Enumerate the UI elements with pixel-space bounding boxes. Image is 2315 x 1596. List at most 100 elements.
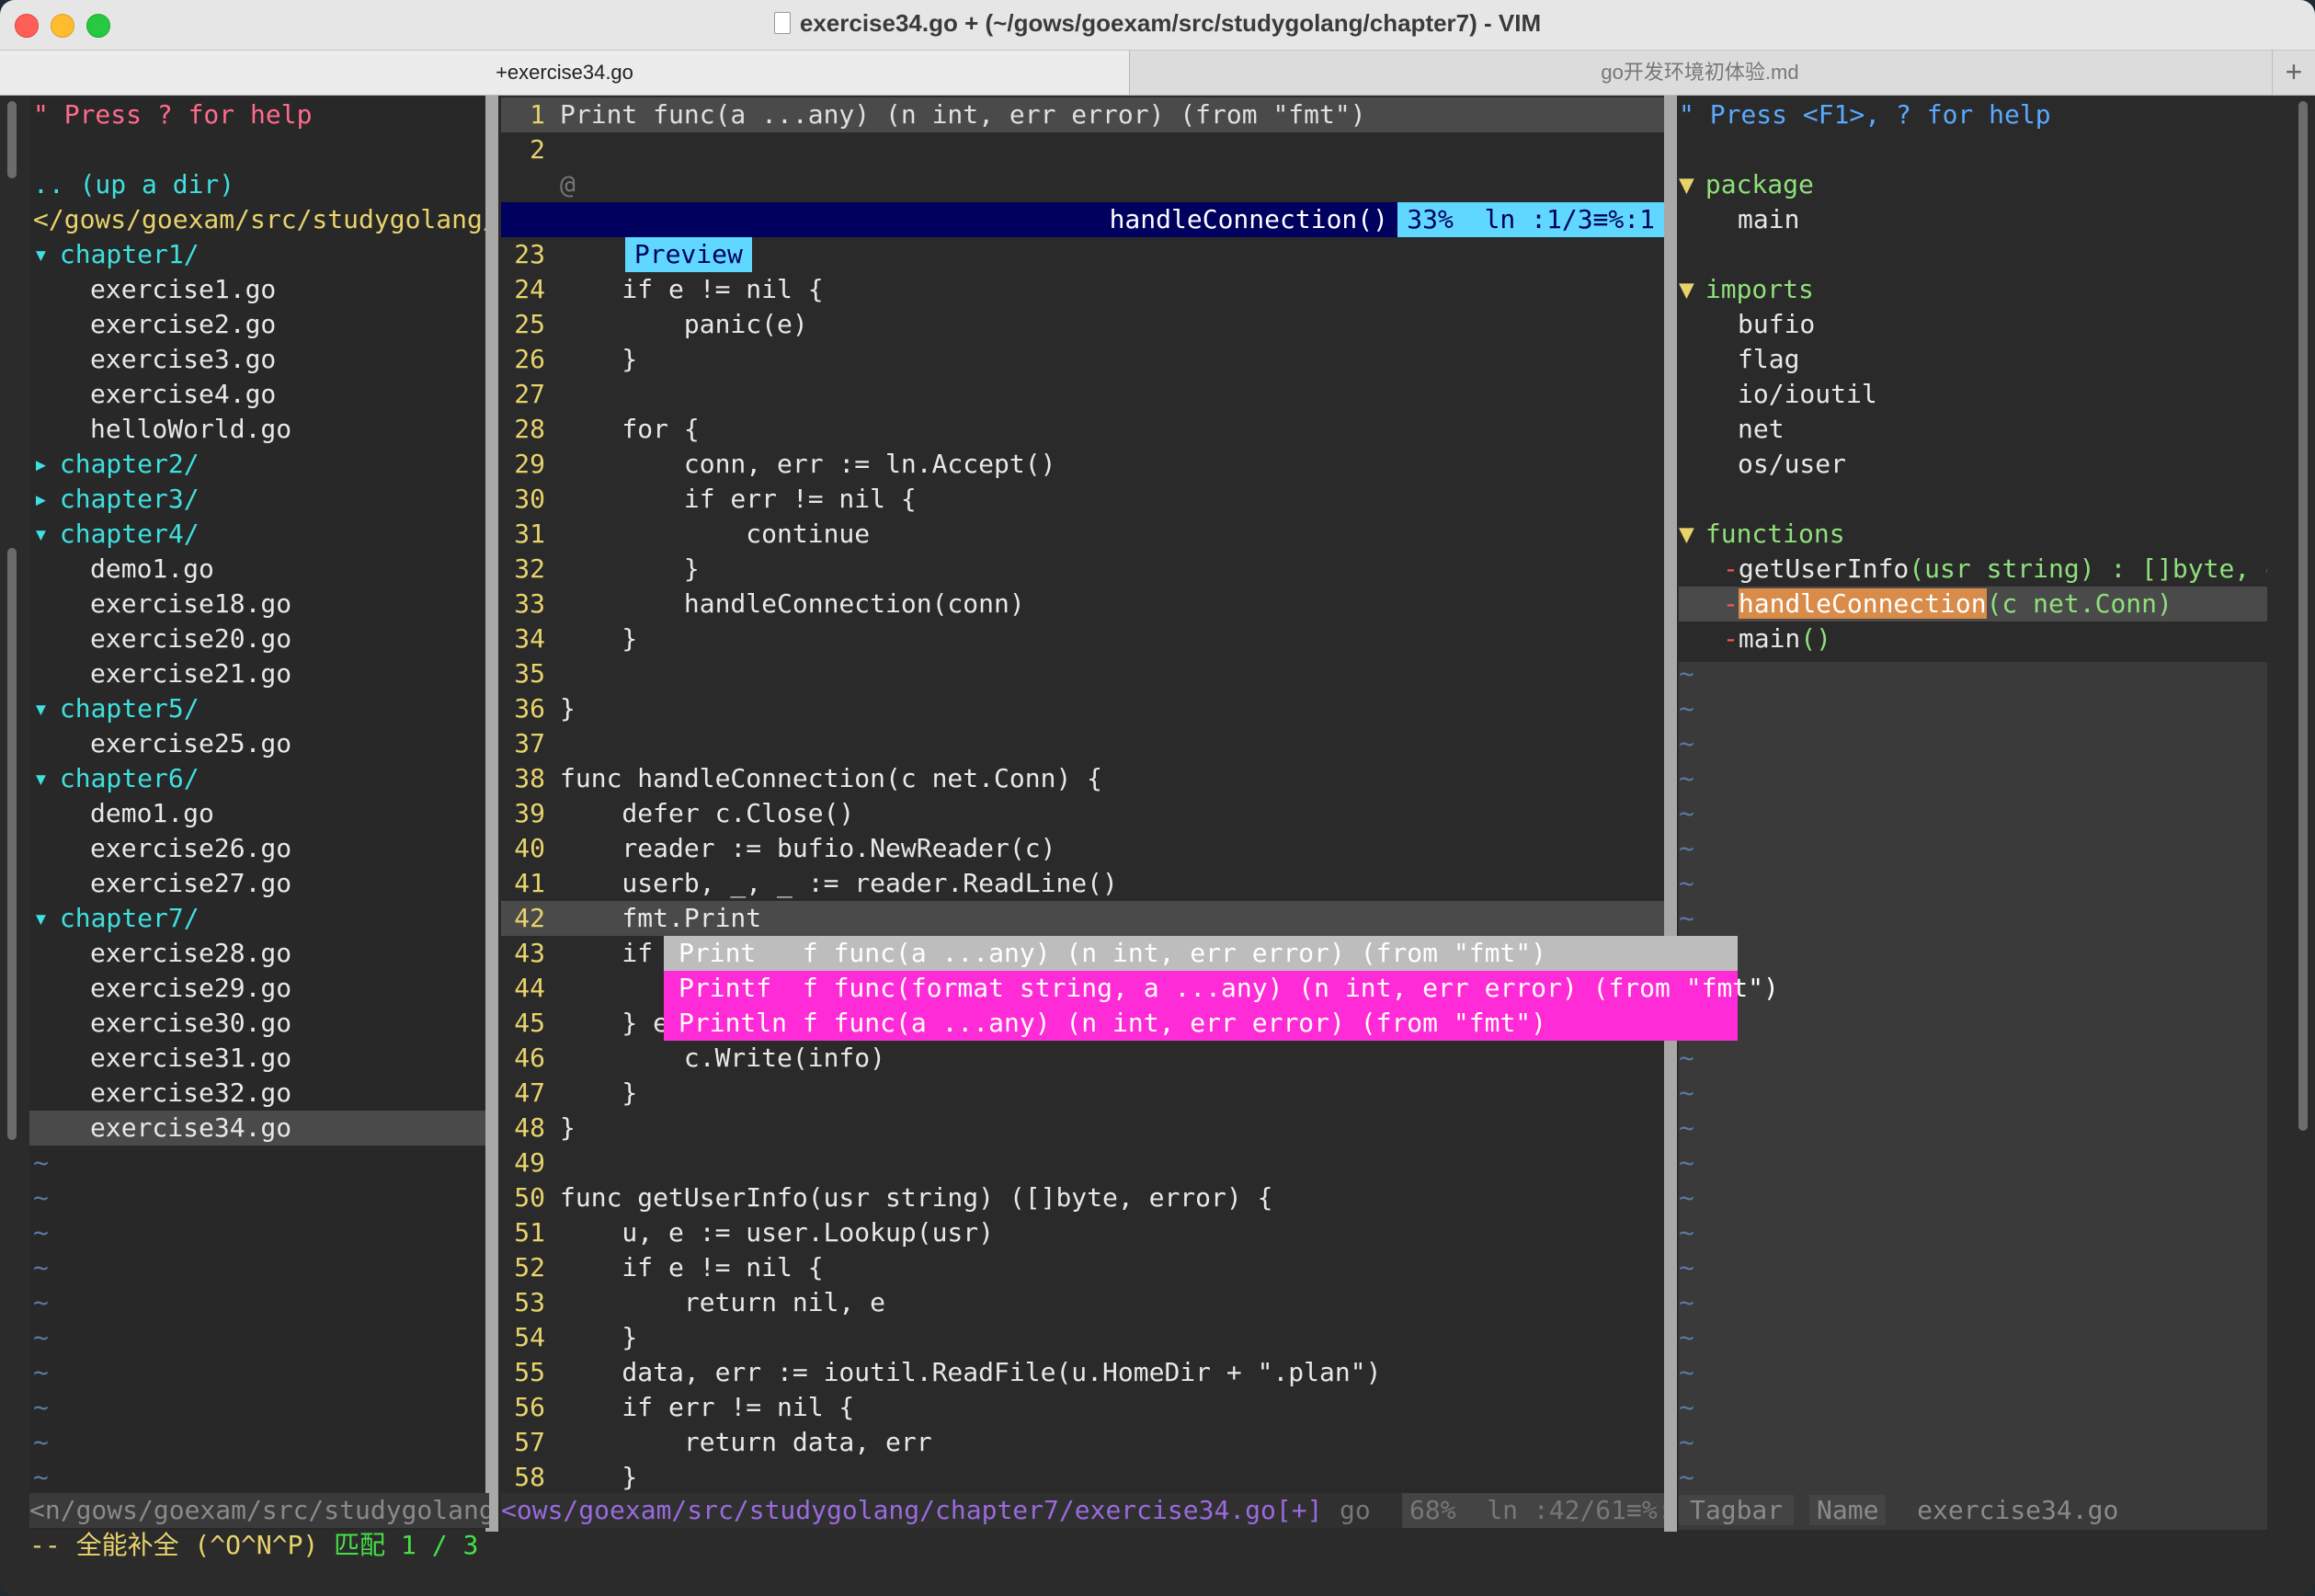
tagbar-item[interactable]: os/user [1679,447,2267,482]
code-line: 29 conn, err := ln.Accept() [501,447,1664,482]
nerdtree-file[interactable]: exercise1.go [29,272,485,307]
nerdtree-file[interactable]: exercise34.go [29,1111,485,1146]
dir-arrow-icon[interactable]: ▾ [33,239,49,269]
empty-line-tilde: ~ [1679,903,1694,933]
nerdtree-dir[interactable]: ▸ chapter2/ [29,447,485,482]
file-label: helloWorld.go [90,414,292,444]
new-tab-button[interactable]: + [2272,51,2315,95]
nerdtree-file[interactable]: exercise30.go [29,1006,485,1041]
empty-line-tilde: ~ [1679,833,1694,863]
code-line: 58 } [501,1460,1664,1495]
nerdtree-help: " Press ? for help [33,99,313,130]
code-line: 54 } [501,1320,1664,1355]
dir-label: chapter5/ [59,693,200,724]
nerdtree-file[interactable]: demo1.go [29,552,485,587]
nerdtree-file[interactable]: demo1.go [29,796,485,831]
command-line: -- 全能补全 (^O^N^P) 匹配 1 / 3 [29,1528,478,1563]
tagbar-section-functions[interactable]: ▼ functions [1679,517,2267,552]
window-scrollbar[interactable] [2298,101,2308,1131]
nerdtree-dir[interactable]: ▾ chapter4/ [29,517,485,552]
nerdtree-dir[interactable]: ▾ chapter1/ [29,237,485,272]
code-line: 52 if e != nil { [501,1250,1664,1285]
nerdtree-up-dir[interactable]: .. (up a dir) [29,167,485,202]
section-label: functions [1705,519,1845,549]
nerdtree-root[interactable]: </gows/goexam/src/studygolang/ [29,202,485,237]
tagbar-item[interactable]: flag [1679,342,2267,377]
nerdtree-file[interactable]: exercise2.go [29,307,485,342]
line-number: 41 [514,868,545,898]
file-label: exercise2.go [90,309,277,339]
dir-arrow-icon[interactable]: ▾ [33,763,49,793]
nerdtree-file[interactable]: exercise29.go [29,971,485,1006]
completion-item-print[interactable]: Print f func(a ...any) (n int, err error… [664,936,1738,971]
nerdtree-file[interactable]: exercise31.go [29,1041,485,1076]
status-position: 68% ln :42/61≡%:14 [1402,1493,1664,1528]
preview-function: handleConnection() [1109,204,1388,234]
preview-position: 33% ln :1/3≡%:1 [1397,202,1664,237]
nerdtree-file[interactable]: exercise3.go [29,342,485,377]
tagbar-item[interactable]: main [1679,202,2267,237]
file-label: exercise29.go [90,973,292,1003]
tagbar-item[interactable]: net [1679,412,2267,447]
code-line: 37 [501,726,1664,761]
tagbar-function[interactable]: -main() [1679,621,2267,656]
tagbar-section-package[interactable]: ▼ package [1679,167,2267,202]
code-line: 57 return data, err [501,1425,1664,1460]
tab-go-env-md[interactable]: go开发环境初体验.md [1130,51,2270,95]
dir-label: chapter7/ [59,903,200,933]
line-text: c.Write(info) [560,1043,886,1073]
dir-label: chapter3/ [59,484,200,514]
nerdtree-file[interactable]: exercise25.go [29,726,485,761]
completion-item-printf[interactable]: Printf f func(format string, a ...any) (… [664,971,1779,1006]
code-pane[interactable]: 1 Print func(a ...any) (n int, err error)… [501,97,1664,1530]
line-number: 31 [514,519,545,549]
empty-line-tilde: ~ [1679,868,1694,898]
nerdtree-file[interactable]: exercise4.go [29,377,485,412]
line-number: 57 [514,1427,545,1457]
tagbar-section-imports[interactable]: ▼ imports [1679,272,2267,307]
completion-item-println[interactable]: Println f func(a ...any) (n int, err err… [664,1006,1738,1041]
dir-arrow-icon[interactable]: ▾ [33,519,49,549]
dir-arrow-icon[interactable]: ▸ [33,484,49,514]
dir-arrow-icon[interactable]: ▸ [33,449,49,479]
document-icon [773,12,791,34]
nerdtree-file[interactable]: exercise28.go [29,936,485,971]
dir-arrow-icon[interactable]: ▾ [33,903,49,933]
dir-arrow-icon[interactable]: ▾ [33,693,49,724]
code-line: 31 continue [501,517,1664,552]
window-title-text: exercise34.go + (~/gows/goexam/src/study… [799,9,1542,37]
nerdtree-file[interactable]: helloWorld.go [29,412,485,447]
code-line: 38 func handleConnection(c net.Conn) { [501,761,1664,796]
line-number: 43 [514,938,545,968]
code-line: 53 return nil, e [501,1285,1664,1320]
nerdtree-file[interactable]: exercise20.go [29,621,485,656]
nerdtree-scrollbar-top[interactable] [7,101,17,178]
nerdtree-file[interactable]: exercise18.go [29,587,485,621]
right-vertical-separator[interactable] [1664,96,1677,1532]
tagbar-function[interactable]: -getUserInfo(usr string) : []byte, er [1679,552,2267,587]
nerdtree-file[interactable]: exercise27.go [29,866,485,901]
line-number: 35 [514,658,545,689]
nerdtree-dir[interactable]: ▾ chapter6/ [29,761,485,796]
section-arrow-icon[interactable]: ▼ [1679,519,1694,549]
tagbar-item[interactable]: bufio [1679,307,2267,342]
nerdtree-scrollbar[interactable] [7,548,17,1140]
nerdtree-dir[interactable]: ▾ chapter5/ [29,691,485,726]
tab-exercise34[interactable]: +exercise34.go [0,51,1130,95]
nerdtree-file[interactable]: exercise32.go [29,1076,485,1111]
nerdtree-dir[interactable]: ▾ chapter7/ [29,901,485,936]
nerdtree-dir[interactable]: ▸ chapter3/ [29,482,485,517]
nerdtree-file[interactable]: exercise26.go [29,831,485,866]
status-tagbar: Tagbar [1679,1495,1795,1525]
section-arrow-icon[interactable]: ▼ [1679,274,1694,304]
section-arrow-icon[interactable]: ▼ [1679,169,1694,200]
function-signature: (c net.Conn) [1986,588,2172,619]
nerdtree-file[interactable]: exercise21.go [29,656,485,691]
line-number: 28 [514,414,545,444]
left-vertical-separator[interactable] [485,96,498,1532]
function-marker-icon: - [1723,553,1739,584]
line-text: } [560,1077,638,1108]
tagbar-item[interactable]: io/ioutil [1679,377,2267,412]
code-line: 27 [501,377,1664,412]
tagbar-function[interactable]: -handleConnection(c net.Conn) [1679,587,2267,621]
